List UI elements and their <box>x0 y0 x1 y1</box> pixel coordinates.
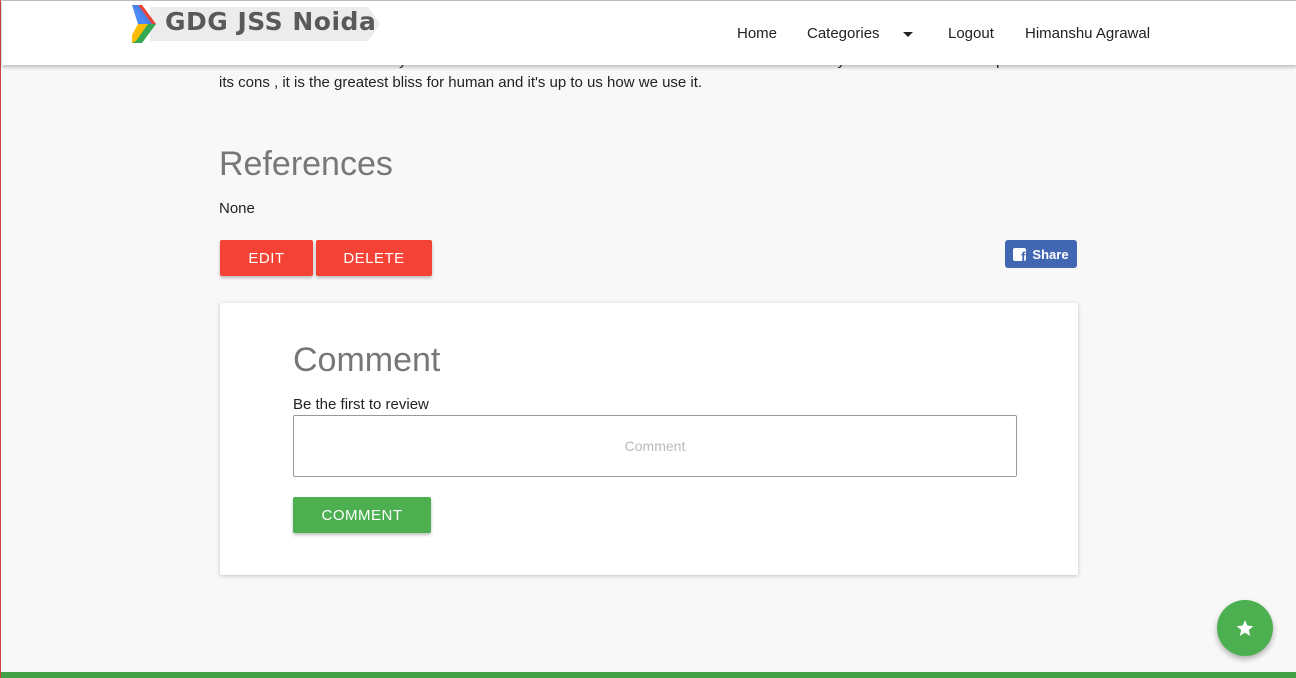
caret-down-icon[interactable] <box>903 32 913 37</box>
comment-heading: Comment <box>293 341 441 379</box>
article-line: its cons , it is the greatest bliss for … <box>219 74 703 91</box>
share-label: Share <box>1032 246 1069 262</box>
floating-action-button[interactable] <box>1217 600 1273 656</box>
comment-card: Comment Be the first to review COMMENT <box>220 303 1078 575</box>
nav-home-link[interactable]: Home <box>737 25 777 42</box>
facebook-share-button[interactable]: f Share <box>1005 240 1077 268</box>
comment-submit-button[interactable]: COMMENT <box>293 497 431 533</box>
comment-input[interactable] <box>293 415 1017 477</box>
nav-links: Home Categories Logout Himanshu Agrawal <box>2 25 1296 45</box>
nav-user-link[interactable]: Himanshu Agrawal <box>1025 25 1150 42</box>
comment-hint: Be the first to review <box>293 396 429 413</box>
nav-categories-dropdown[interactable]: Categories <box>807 25 880 42</box>
top-navbar: GDG JSS Noida Home Categories Logout Him… <box>2 0 1296 65</box>
nav-logout-link[interactable]: Logout <box>948 25 994 42</box>
references-body: None <box>219 200 255 217</box>
footer-bar <box>1 672 1296 678</box>
star-icon <box>1236 620 1254 636</box>
facebook-icon: f <box>1013 247 1027 261</box>
delete-button[interactable]: DELETE <box>316 240 432 276</box>
edit-button[interactable]: EDIT <box>220 240 313 276</box>
references-heading: References <box>219 145 393 183</box>
